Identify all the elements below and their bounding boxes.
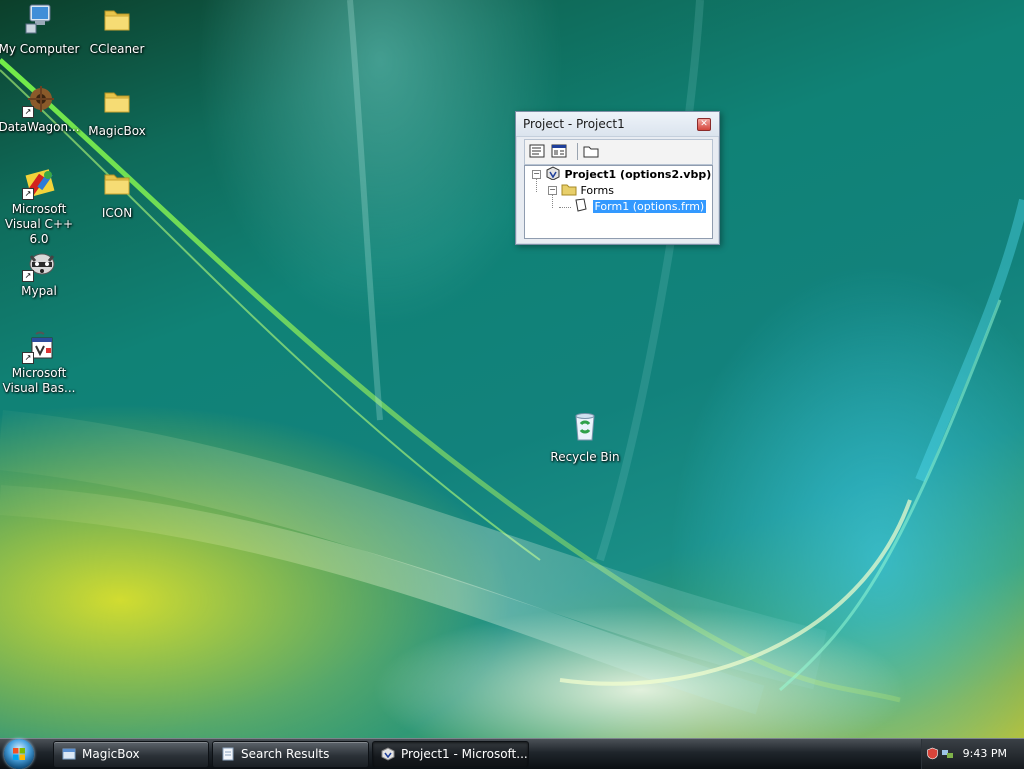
window-icon — [62, 748, 76, 760]
shortcut-arrow-icon: ↗ — [22, 106, 34, 118]
view-code-icon[interactable] — [529, 144, 545, 158]
desktop-icon-label: ICON — [101, 206, 133, 220]
close-button[interactable]: ✕ — [697, 118, 711, 131]
recycle-bin-icon — [575, 413, 595, 441]
taskbar-button-label: MagicBox — [82, 747, 140, 761]
taskbar: MagicBox Search Results Project1 - Micro… — [0, 738, 1024, 769]
desktop-icon-recycle-bin[interactable]: Recycle Bin — [543, 410, 627, 465]
desktop-icon-label: Microsoft Visual Bas... — [2, 366, 76, 395]
toggle-folders-icon[interactable] — [583, 144, 599, 158]
project-name: Project1 (options2.vbp) — [564, 168, 712, 181]
system-tray: 9:43 PM — [921, 739, 1024, 769]
view-object-icon[interactable] — [551, 144, 567, 158]
desktop-icon-label: My Computer — [0, 42, 80, 56]
desktop-icon-datawagon[interactable]: ↗ DataWagon... — [0, 84, 81, 135]
folder-open-icon — [561, 184, 577, 196]
form-icon — [575, 198, 587, 212]
project-explorer-window[interactable]: Project - Project1 ✕ − Project1 (options… — [515, 111, 720, 245]
folder-icon — [104, 174, 130, 195]
project-tree[interactable]: − Project1 (options2.vbp) − Forms Form1 … — [524, 165, 713, 239]
taskbar-button-label: Project1 - Microsoft... — [401, 747, 528, 761]
windows-logo-icon — [13, 748, 25, 760]
window-title: Project - Project1 — [523, 117, 625, 131]
taskbar-button-project1[interactable]: Project1 - Microsoft... — [372, 741, 529, 768]
desktop-icon-visual-basic[interactable]: ↗ Microsoft Visual Bas... — [0, 330, 81, 396]
security-center-icon[interactable] — [926, 747, 939, 760]
network-icon[interactable] — [941, 747, 954, 760]
collapse-forms-toggle[interactable]: − — [548, 186, 557, 195]
vb-project-icon — [546, 166, 560, 181]
forms-folder-label: Forms — [580, 184, 614, 197]
document-icon — [222, 747, 234, 761]
taskbar-button-magicbox[interactable]: MagicBox — [53, 741, 209, 768]
shortcut-arrow-icon: ↗ — [22, 188, 34, 200]
taskbar-button-search-results[interactable]: Search Results — [212, 741, 369, 768]
desktop-icon-label: DataWagon... — [0, 120, 80, 134]
my-computer-icon — [25, 4, 51, 34]
desktop-icon-visual-cpp[interactable]: ↗ Microsoft Visual C++ 6.0 — [0, 166, 81, 247]
taskbar-clock[interactable]: 9:43 PM — [963, 739, 1007, 769]
desktop-icon-label: Microsoft Visual C++ 6.0 — [4, 202, 74, 246]
folder-icon — [104, 10, 130, 31]
desktop-icon-label: CCleaner — [89, 42, 145, 56]
desktop-icon-icon-folder[interactable]: ICON — [75, 166, 159, 221]
collapse-project-toggle[interactable]: − — [532, 170, 541, 179]
desktop-icon-my-computer[interactable]: My Computer — [0, 2, 81, 57]
desktop-icon-label: Mypal — [21, 284, 57, 298]
desktop-icon-label: MagicBox — [88, 124, 146, 138]
window-title-bar[interactable]: Project - Project1 ✕ — [516, 112, 719, 137]
desktop-icon-magicbox[interactable]: MagicBox — [75, 84, 159, 139]
shortcut-arrow-icon: ↗ — [22, 352, 34, 364]
vb-project-icon — [381, 747, 395, 761]
form1-label: Form1 (options.frm) — [591, 199, 708, 214]
project-toolbar — [524, 139, 713, 165]
tree-item-project[interactable]: Project1 (options2.vbp) — [545, 166, 711, 181]
toolbar-separator — [577, 143, 578, 160]
desktop-icon-ccleaner[interactable]: CCleaner — [75, 2, 159, 57]
folder-icon — [104, 92, 130, 113]
desktop-icon-label: Recycle Bin — [550, 450, 620, 464]
tree-item-form1[interactable]: Form1 (options.frm) — [573, 198, 708, 214]
desktop-icon-mypal[interactable]: ↗ Mypal — [0, 248, 81, 299]
tree-item-forms-folder[interactable]: Forms — [561, 182, 614, 197]
taskbar-button-label: Search Results — [241, 747, 330, 761]
start-button[interactable] — [4, 739, 34, 769]
shortcut-arrow-icon: ↗ — [22, 270, 34, 282]
